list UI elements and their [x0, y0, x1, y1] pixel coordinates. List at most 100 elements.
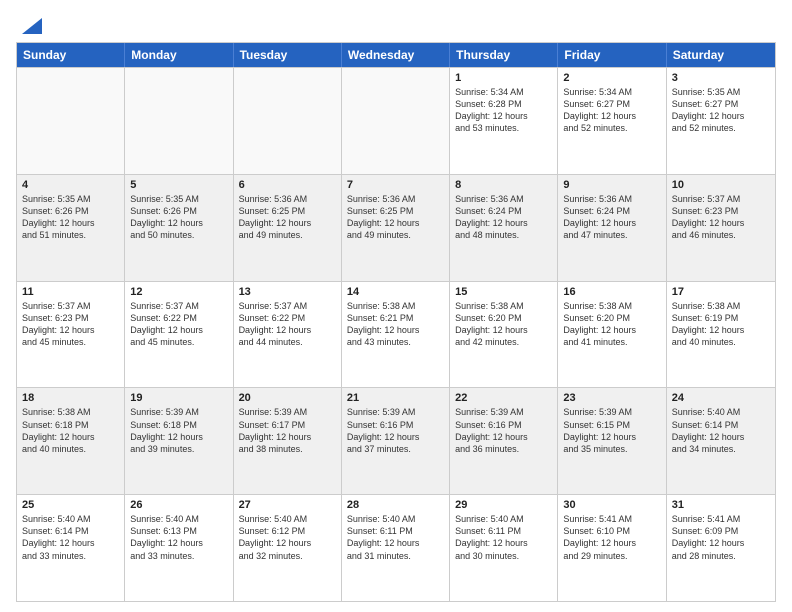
cal-cell-4-2: 19 Sunrise: 5:39 AM Sunset: 6:18 PM Dayli…	[125, 388, 233, 494]
calendar: SundayMondayTuesdayWednesdayThursdayFrid…	[16, 42, 776, 602]
header-cell-wednesday: Wednesday	[342, 43, 450, 67]
cell-info: Sunrise: 5:38 AM Sunset: 6:19 PM Dayligh…	[672, 300, 770, 349]
cal-cell-2-4: 7 Sunrise: 5:36 AM Sunset: 6:25 PM Daylig…	[342, 175, 450, 281]
cal-cell-5-7: 31Sunrise: 5:41 AM Sunset: 6:09 PM Dayli…	[667, 495, 775, 601]
calendar-row-5: 25 Sunrise: 5:40 AM Sunset: 6:14 PM Dayli…	[17, 494, 775, 601]
header	[16, 16, 776, 32]
cal-cell-2-6: 9 Sunrise: 5:36 AM Sunset: 6:24 PM Daylig…	[558, 175, 666, 281]
cal-cell-1-6: 2Sunrise: 5:34 AM Sunset: 6:27 PM Daylig…	[558, 68, 666, 174]
cal-cell-2-7: 10 Sunrise: 5:37 AM Sunset: 6:23 PM Dayli…	[667, 175, 775, 281]
day-number: 28	[347, 499, 444, 511]
cell-info: Sunrise: 5:37 AM Sunset: 6:22 PM Dayligh…	[239, 300, 336, 349]
day-number: 10	[672, 179, 770, 191]
cal-cell-1-1	[17, 68, 125, 174]
cell-info: Sunrise: 5:41 AM Sunset: 6:10 PM Dayligh…	[563, 513, 660, 562]
cal-cell-4-5: 22 Sunrise: 5:39 AM Sunset: 6:16 PM Dayli…	[450, 388, 558, 494]
cal-cell-3-3: 13Sunrise: 5:37 AM Sunset: 6:22 PM Dayli…	[234, 282, 342, 388]
day-number: 9	[563, 179, 660, 191]
cell-info: Sunrise: 5:34 AM Sunset: 6:28 PM Dayligh…	[455, 86, 552, 135]
day-number: 1	[455, 72, 552, 84]
day-number: 2	[563, 72, 660, 84]
day-number: 22	[455, 392, 552, 404]
cal-cell-2-2: 5 Sunrise: 5:35 AM Sunset: 6:26 PM Daylig…	[125, 175, 233, 281]
cell-info: Sunrise: 5:41 AM Sunset: 6:09 PM Dayligh…	[672, 513, 770, 562]
cell-info: Sunrise: 5:40 AM Sunset: 6:11 PM Dayligh…	[455, 513, 552, 562]
cal-cell-2-3: 6 Sunrise: 5:36 AM Sunset: 6:25 PM Daylig…	[234, 175, 342, 281]
header-cell-sunday: Sunday	[17, 43, 125, 67]
calendar-body: 1 Sunrise: 5:34 AM Sunset: 6:28 PM Daylig…	[17, 67, 775, 601]
cell-info: Sunrise: 5:39 AM Sunset: 6:16 PM Dayligh…	[347, 406, 444, 455]
cal-cell-3-1: 11Sunrise: 5:37 AM Sunset: 6:23 PM Dayli…	[17, 282, 125, 388]
day-number: 16	[563, 286, 660, 298]
cell-info: Sunrise: 5:40 AM Sunset: 6:12 PM Dayligh…	[239, 513, 336, 562]
calendar-header: SundayMondayTuesdayWednesdayThursdayFrid…	[17, 43, 775, 67]
day-number: 5	[130, 179, 227, 191]
day-number: 17	[672, 286, 770, 298]
logo	[16, 16, 46, 32]
day-number: 29	[455, 499, 552, 511]
day-number: 25	[22, 499, 119, 511]
cell-info: Sunrise: 5:39 AM Sunset: 6:16 PM Dayligh…	[455, 406, 552, 455]
day-number: 6	[239, 179, 336, 191]
cal-cell-1-7: 3 Sunrise: 5:35 AM Sunset: 6:27 PM Daylig…	[667, 68, 775, 174]
cell-info: Sunrise: 5:36 AM Sunset: 6:24 PM Dayligh…	[563, 193, 660, 242]
day-number: 30	[563, 499, 660, 511]
cell-info: Sunrise: 5:36 AM Sunset: 6:25 PM Dayligh…	[239, 193, 336, 242]
cal-cell-4-6: 23Sunrise: 5:39 AM Sunset: 6:15 PM Dayli…	[558, 388, 666, 494]
cal-cell-4-1: 18Sunrise: 5:38 AM Sunset: 6:18 PM Dayli…	[17, 388, 125, 494]
logo-icon	[18, 16, 46, 36]
calendar-row-2: 4 Sunrise: 5:35 AM Sunset: 6:26 PM Daylig…	[17, 174, 775, 281]
day-number: 4	[22, 179, 119, 191]
cell-info: Sunrise: 5:37 AM Sunset: 6:23 PM Dayligh…	[672, 193, 770, 242]
cal-cell-4-4: 21 Sunrise: 5:39 AM Sunset: 6:16 PM Dayli…	[342, 388, 450, 494]
cal-cell-5-4: 28 Sunrise: 5:40 AM Sunset: 6:11 PM Dayli…	[342, 495, 450, 601]
cell-info: Sunrise: 5:36 AM Sunset: 6:24 PM Dayligh…	[455, 193, 552, 242]
header-cell-tuesday: Tuesday	[234, 43, 342, 67]
header-cell-friday: Friday	[558, 43, 666, 67]
cell-info: Sunrise: 5:36 AM Sunset: 6:25 PM Dayligh…	[347, 193, 444, 242]
cell-info: Sunrise: 5:39 AM Sunset: 6:17 PM Dayligh…	[239, 406, 336, 455]
cal-cell-4-7: 24Sunrise: 5:40 AM Sunset: 6:14 PM Dayli…	[667, 388, 775, 494]
cal-cell-3-6: 16Sunrise: 5:38 AM Sunset: 6:20 PM Dayli…	[558, 282, 666, 388]
day-number: 3	[672, 72, 770, 84]
cell-info: Sunrise: 5:35 AM Sunset: 6:26 PM Dayligh…	[130, 193, 227, 242]
day-number: 19	[130, 392, 227, 404]
cal-cell-5-1: 25 Sunrise: 5:40 AM Sunset: 6:14 PM Dayli…	[17, 495, 125, 601]
cal-cell-3-2: 12Sunrise: 5:37 AM Sunset: 6:22 PM Dayli…	[125, 282, 233, 388]
cell-info: Sunrise: 5:38 AM Sunset: 6:21 PM Dayligh…	[347, 300, 444, 349]
cal-cell-3-4: 14 Sunrise: 5:38 AM Sunset: 6:21 PM Dayli…	[342, 282, 450, 388]
cal-cell-1-4	[342, 68, 450, 174]
cell-info: Sunrise: 5:35 AM Sunset: 6:27 PM Dayligh…	[672, 86, 770, 135]
header-cell-thursday: Thursday	[450, 43, 558, 67]
day-number: 15	[455, 286, 552, 298]
cal-cell-1-5: 1 Sunrise: 5:34 AM Sunset: 6:28 PM Daylig…	[450, 68, 558, 174]
cal-cell-1-2	[125, 68, 233, 174]
header-cell-monday: Monday	[125, 43, 233, 67]
day-number: 8	[455, 179, 552, 191]
cal-cell-3-5: 15 Sunrise: 5:38 AM Sunset: 6:20 PM Dayli…	[450, 282, 558, 388]
day-number: 14	[347, 286, 444, 298]
cal-cell-3-7: 17 Sunrise: 5:38 AM Sunset: 6:19 PM Dayli…	[667, 282, 775, 388]
cell-info: Sunrise: 5:40 AM Sunset: 6:11 PM Dayligh…	[347, 513, 444, 562]
cell-info: Sunrise: 5:38 AM Sunset: 6:18 PM Dayligh…	[22, 406, 119, 455]
day-number: 7	[347, 179, 444, 191]
calendar-row-4: 18Sunrise: 5:38 AM Sunset: 6:18 PM Dayli…	[17, 387, 775, 494]
day-number: 26	[130, 499, 227, 511]
cell-info: Sunrise: 5:37 AM Sunset: 6:23 PM Dayligh…	[22, 300, 119, 349]
calendar-row-1: 1 Sunrise: 5:34 AM Sunset: 6:28 PM Daylig…	[17, 67, 775, 174]
cal-cell-1-3	[234, 68, 342, 174]
cal-cell-5-2: 26 Sunrise: 5:40 AM Sunset: 6:13 PM Dayli…	[125, 495, 233, 601]
cal-cell-2-5: 8 Sunrise: 5:36 AM Sunset: 6:24 PM Daylig…	[450, 175, 558, 281]
cell-info: Sunrise: 5:37 AM Sunset: 6:22 PM Dayligh…	[130, 300, 227, 349]
calendar-row-3: 11Sunrise: 5:37 AM Sunset: 6:23 PM Dayli…	[17, 281, 775, 388]
day-number: 21	[347, 392, 444, 404]
cell-info: Sunrise: 5:40 AM Sunset: 6:13 PM Dayligh…	[130, 513, 227, 562]
cal-cell-5-6: 30 Sunrise: 5:41 AM Sunset: 6:10 PM Dayli…	[558, 495, 666, 601]
cell-info: Sunrise: 5:38 AM Sunset: 6:20 PM Dayligh…	[455, 300, 552, 349]
cell-info: Sunrise: 5:39 AM Sunset: 6:18 PM Dayligh…	[130, 406, 227, 455]
day-number: 24	[672, 392, 770, 404]
day-number: 23	[563, 392, 660, 404]
cell-info: Sunrise: 5:40 AM Sunset: 6:14 PM Dayligh…	[22, 513, 119, 562]
cal-cell-2-1: 4Sunrise: 5:35 AM Sunset: 6:26 PM Daylig…	[17, 175, 125, 281]
header-cell-saturday: Saturday	[667, 43, 775, 67]
